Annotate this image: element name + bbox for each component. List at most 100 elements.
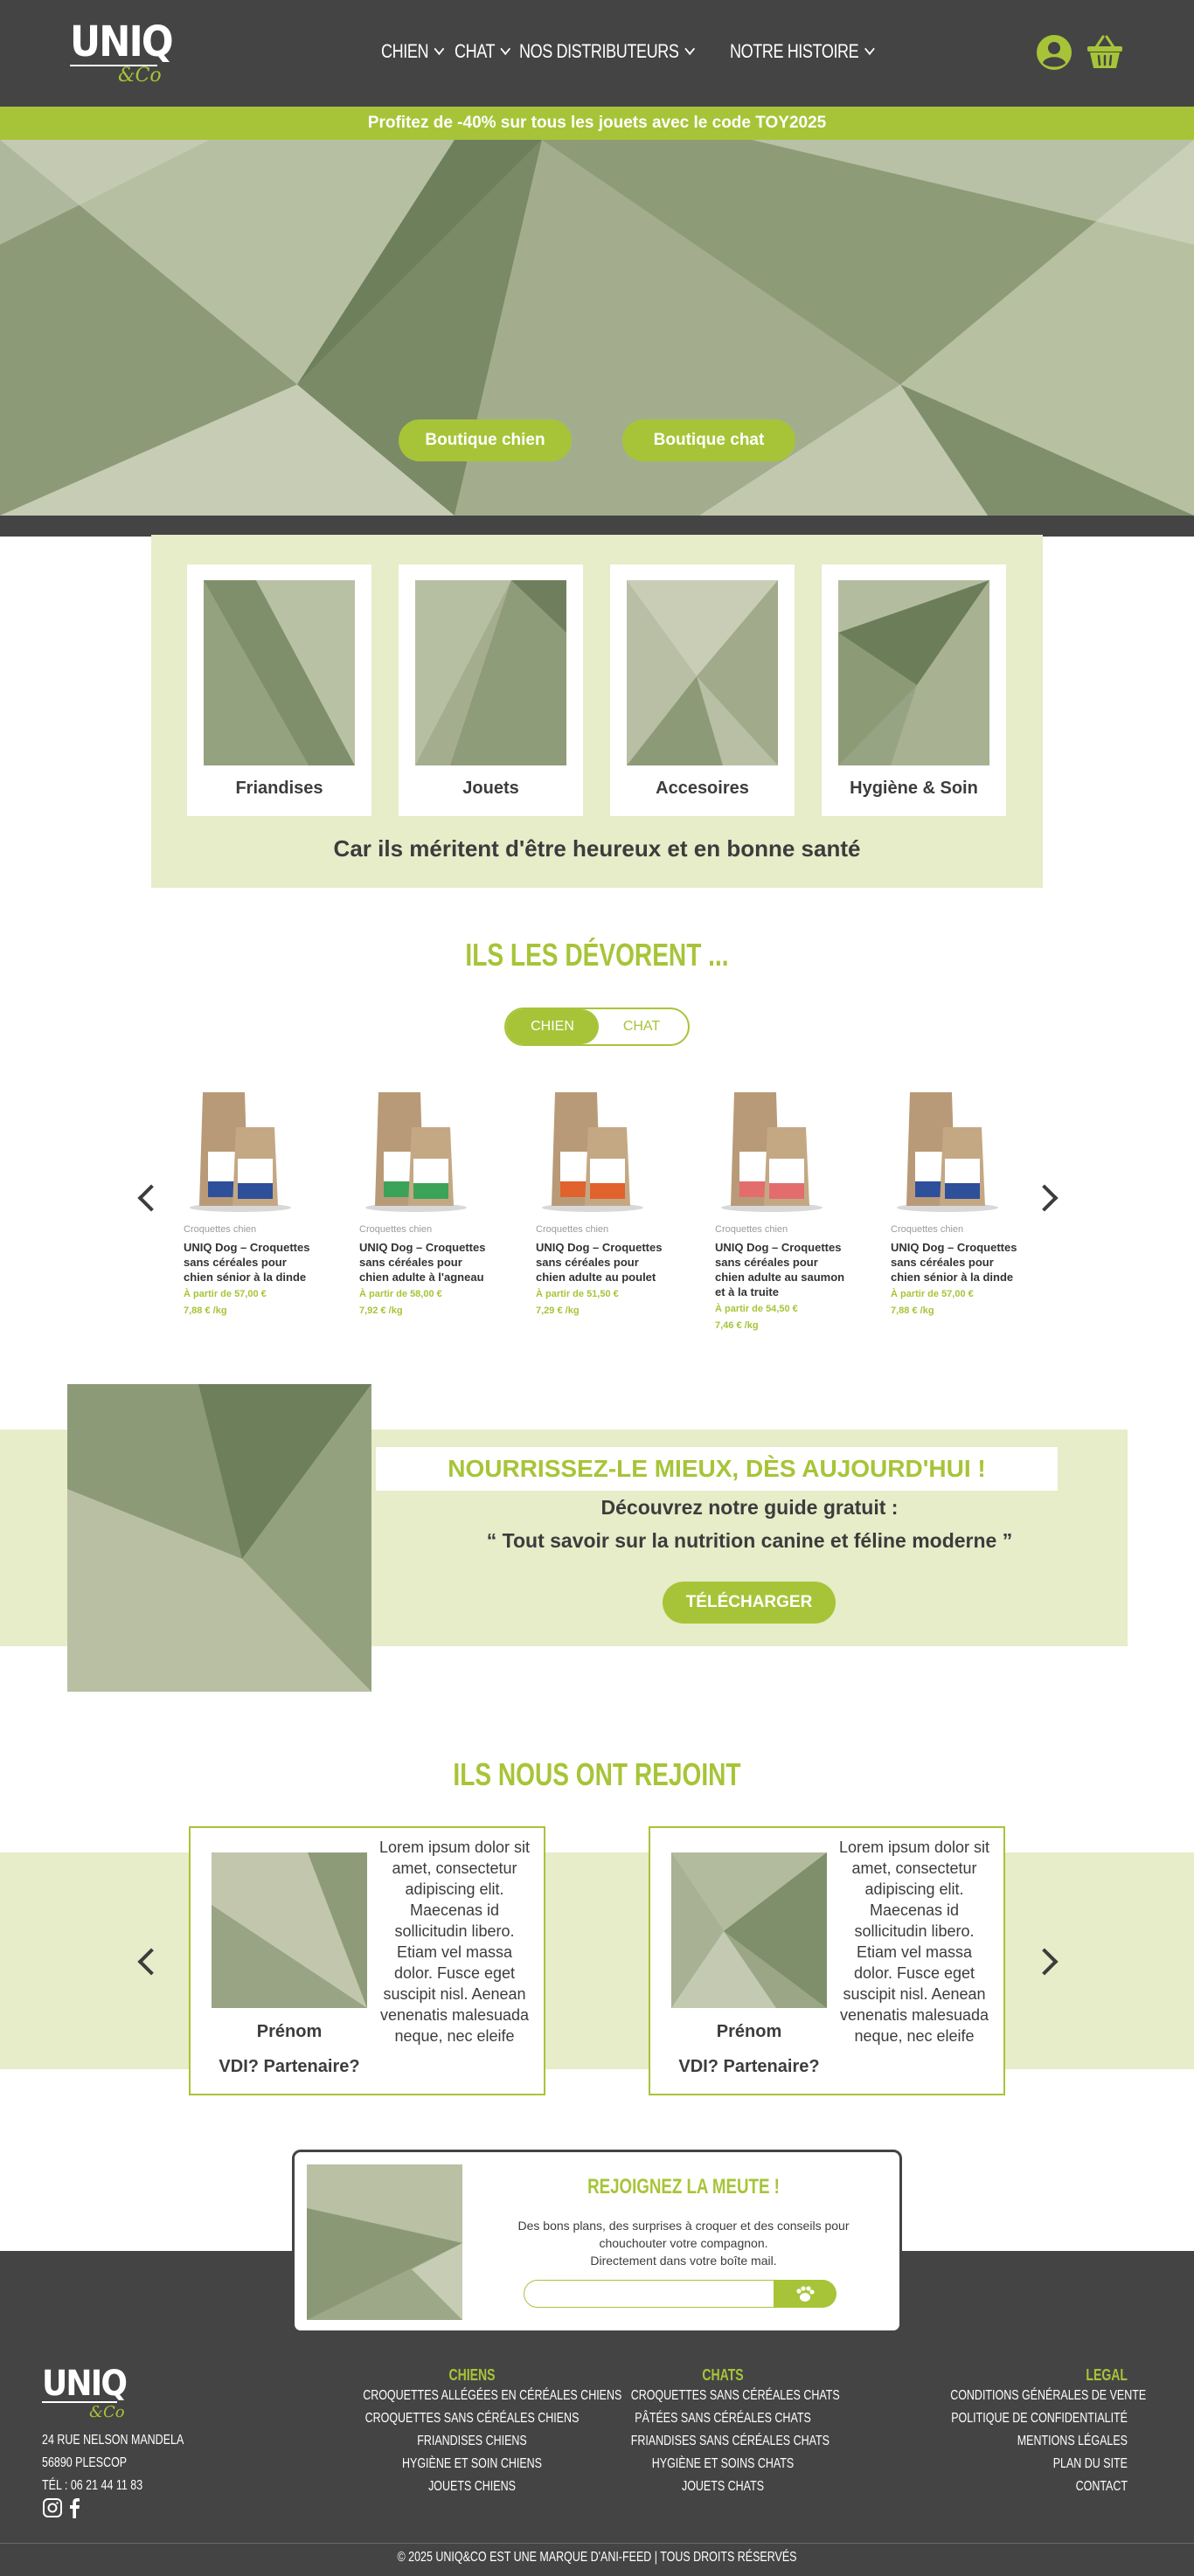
testimonial-text: Lorem ipsum dolor sit amet, consectetur … xyxy=(378,1839,531,2045)
product-unit-price: 7,92 € /kg xyxy=(359,1305,403,1316)
basket-icon[interactable] xyxy=(1086,33,1124,72)
footer-link[interactable]: PLAN DU SITE xyxy=(950,2453,1128,2476)
category-card-jouets[interactable]: Jouets xyxy=(399,564,583,816)
category-card-hygiene[interactable]: Hygiène & Soin xyxy=(822,564,1006,816)
guide-title: NOURRISSEZ-LE MIEUX, DÈS AUJOURD'HUI ! xyxy=(376,1447,1058,1491)
footer-link[interactable]: MENTIONS LÉGALES xyxy=(950,2430,1128,2453)
nav-label: NOS DISTRIBUTEURS xyxy=(519,40,679,62)
shop-dog-button[interactable]: Boutique chien xyxy=(399,419,572,461)
product-type: Croquettes chien xyxy=(184,1224,257,1235)
nav-label: NOTRE HISTOIRE xyxy=(729,40,859,62)
footer-address-line: 56890 PLESCOP xyxy=(42,2455,128,2470)
category-label: Friandises xyxy=(235,779,323,798)
category-label: Accesoires xyxy=(656,779,749,798)
product-price: À partir de 54,50 € xyxy=(715,1304,798,1314)
nav-chien[interactable]: CHIEN xyxy=(381,40,445,63)
nav-distributeurs[interactable]: NOS DISTRIBUTEURS xyxy=(519,40,695,63)
footer-link[interactable]: CROQUETTES ALLÉGÉES EN CÉRÉALES CHIENS xyxy=(363,2385,621,2407)
product-price: À partir de 58,00 € xyxy=(359,1289,442,1299)
guide-image xyxy=(67,1384,371,1692)
product-unit-price: 7,46 € /kg xyxy=(715,1320,759,1331)
product-name: UNIQ Dog – Croquettes sans céréales pour… xyxy=(359,1241,486,1284)
footer-link[interactable]: POLITIQUE DE CONFIDENTIALITÉ xyxy=(950,2407,1128,2430)
carousel-prev-arrow[interactable] xyxy=(137,1184,165,1212)
product-image xyxy=(365,1092,467,1212)
main-nav: CHIEN CHAT NOS DISTRIBUTEURS NOTRE HISTO… xyxy=(381,40,892,63)
chevron-down-icon xyxy=(434,42,445,56)
product-type: Croquettes chien xyxy=(536,1224,609,1235)
categories-section: Friandises Jouets Accesoires Hygiène & S… xyxy=(151,535,1043,888)
footer-address-line: 24 RUE NELSON MANDELA xyxy=(42,2433,184,2448)
testimonial-photo xyxy=(212,1852,367,2008)
shop-cat-button[interactable]: Boutique chat xyxy=(622,419,795,461)
brand-logo[interactable]: UNIQ &Co xyxy=(70,17,184,87)
footer-link[interactable]: JOUETS CHATS xyxy=(631,2476,816,2498)
testimonial-card: Prénom VDI? Partenaire? Lorem ipsum dolo… xyxy=(649,1826,1005,2095)
nav-label: CHAT xyxy=(454,40,496,62)
site-header: UNIQ &Co CHIEN CHAT NOS DISTRIBUTEURS NO… xyxy=(0,0,1194,107)
category-label: Hygiène & Soin xyxy=(850,779,978,798)
product-image xyxy=(190,1092,291,1212)
nav-label: CHIEN xyxy=(381,40,429,62)
product-price: À partir de 57,00 € xyxy=(891,1289,974,1299)
footer-link[interactable]: FRIANDISES SANS CÉRÉALES CHATS xyxy=(631,2430,830,2453)
user-icon[interactable] xyxy=(1035,33,1073,72)
guide-line-2: “ Tout savoir sur la nutrition canine et… xyxy=(486,1529,1013,1552)
testimonial-text: Lorem ipsum dolor sit amet, consectetur … xyxy=(838,1839,990,2045)
product-card[interactable]: Croquettes chien UNIQ Dog – Croquettes s… xyxy=(536,1084,667,1318)
carousel-next-arrow[interactable] xyxy=(1031,1184,1059,1212)
download-button[interactable]: TÉLÉCHARGER xyxy=(663,1582,836,1624)
footer-link[interactable]: HYGIÈNE ET SOINS CHATS xyxy=(631,2453,816,2476)
testimonial-name: Prénom xyxy=(256,2022,323,2041)
category-image xyxy=(204,580,355,765)
footer-logo[interactable]: UNIQ &Co xyxy=(42,2364,135,2421)
footer-link[interactable]: HYGIÈNE ET SOIN CHIENS xyxy=(363,2453,581,2476)
product-card[interactable]: Croquettes chien UNIQ Dog – Croquettes s… xyxy=(891,1084,1022,1318)
newsletter-email-input[interactable] xyxy=(524,2280,777,2308)
product-card[interactable]: Croquettes chien UNIQ Dog – Croquettes s… xyxy=(359,1084,490,1318)
toggle-chien[interactable]: CHIEN xyxy=(506,1009,599,1044)
footer-logo-subtext: &Co xyxy=(89,2403,125,2421)
hero-background xyxy=(0,140,1194,516)
product-type: Croquettes chien xyxy=(359,1224,433,1235)
footer-col-title: LEGAL xyxy=(1086,2366,1128,2384)
product-price: À partir de 51,50 € xyxy=(536,1289,619,1299)
footer-link[interactable]: CONDITIONS GÉNÉRALES DE VENTE xyxy=(950,2385,1146,2407)
footer-link[interactable]: CONTACT xyxy=(950,2476,1128,2498)
testimonial-card: Prénom VDI? Partenaire? Lorem ipsum dolo… xyxy=(189,1826,545,2095)
category-image xyxy=(627,580,778,765)
promo-banner: Profitez de -40% sur tous les jouets ave… xyxy=(0,107,1194,140)
logo-text: UNIQ xyxy=(70,17,174,66)
toggle-chat[interactable]: CHAT xyxy=(595,1009,688,1044)
testimonials-title: ILS NOUS ONT REJOINT xyxy=(453,1756,741,1792)
footer-logo-text: UNIQ xyxy=(42,2364,128,2404)
product-card[interactable]: Croquettes chien UNIQ Dog – Croquettes s… xyxy=(715,1084,846,1333)
product-name: UNIQ Dog – Croquettes sans céréales pour… xyxy=(536,1241,663,1284)
facebook-icon[interactable] xyxy=(65,2497,86,2518)
footer-divider xyxy=(0,2543,1194,2544)
species-toggle: CHIEN CHAT xyxy=(504,1008,690,1046)
nav-chat[interactable]: CHAT xyxy=(454,40,511,63)
testimonial-name: Prénom xyxy=(716,2022,782,2041)
species-toggle-wrap: CHIEN CHAT xyxy=(504,1008,690,1046)
footer-link[interactable]: CROQUETTES SANS CÉRÉALES CHIENS xyxy=(363,2407,581,2430)
newsletter-text-line: Des bons plans, des surprises à croquer … xyxy=(517,2219,850,2233)
instagram-icon[interactable] xyxy=(42,2497,63,2518)
category-card-accesoires[interactable]: Accesoires xyxy=(610,564,795,816)
paw-icon xyxy=(796,2286,815,2302)
nav-histoire[interactable]: NOTRE HISTOIRE xyxy=(729,40,875,63)
footer-phone: TÉL : 06 21 44 11 83 xyxy=(42,2478,143,2493)
product-price: À partir de 57,00 € xyxy=(184,1289,267,1299)
newsletter-submit-button[interactable] xyxy=(774,2280,836,2308)
newsletter-description: Des bons plans, des surprises à croquer … xyxy=(469,2217,898,2269)
footer-link[interactable]: JOUETS CHIENS xyxy=(363,2476,581,2498)
footer-link[interactable]: FRIANDISES CHIENS xyxy=(363,2430,581,2453)
testimonial-role: VDI? Partenaire? xyxy=(219,2057,360,2076)
hero-divider xyxy=(0,516,1194,537)
footer-col-chats: CHATS CROQUETTES SANS CÉRÉALES CHATS PÂT… xyxy=(605,2366,841,2498)
footer-link[interactable]: PÂTÉES SANS CÉRÉALES CHATS xyxy=(631,2407,816,2430)
category-card-friandises[interactable]: Friandises xyxy=(187,564,371,816)
bestsellers-title-wrap: ILS LES DÉVORENT ... xyxy=(0,937,1194,973)
footer-link[interactable]: CROQUETTES SANS CÉRÉALES CHATS xyxy=(631,2385,840,2407)
product-card[interactable]: Croquettes chien UNIQ Dog – Croquettes s… xyxy=(184,1084,315,1318)
